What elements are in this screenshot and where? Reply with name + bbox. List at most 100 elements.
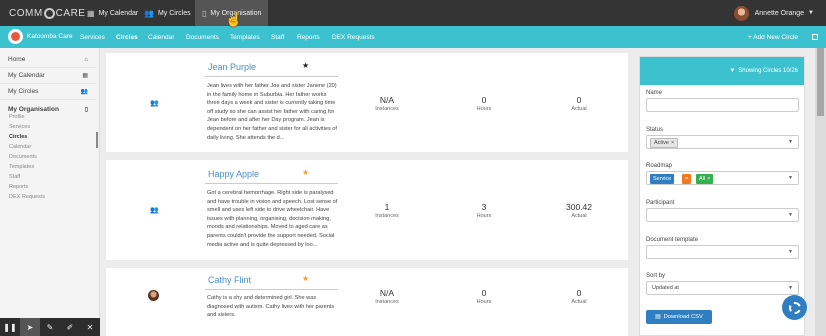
status-chip[interactable]: Active × — [650, 138, 679, 148]
sidebar-sub-templates[interactable]: Templates — [9, 164, 34, 170]
participant-label: Participant — [646, 200, 675, 206]
status-label: Status — [646, 127, 664, 133]
close-icon[interactable]: ✕ — [80, 318, 100, 336]
page-scrollbar[interactable] — [815, 48, 826, 336]
circle-card[interactable]: 👥 Jean Purple ★ Jean lives with her fath… — [106, 53, 628, 152]
org-logo-icon — [8, 29, 23, 44]
top-navbar: COMMCARE ▦ My Calendar 👥 My Circles ▼ ▯ … — [0, 0, 826, 26]
sidebar: Home ⌂ My Calendar ▦ My Circles 👥 My Org… — [0, 48, 100, 318]
sidebar-scrollbar[interactable] — [96, 132, 98, 148]
divider — [205, 183, 338, 184]
name-field[interactable] — [646, 98, 799, 112]
circle-name-link[interactable]: Happy Apple — [208, 169, 259, 179]
building-icon: ▯ — [202, 8, 207, 18]
sidebar-sub-staff[interactable]: Staff — [9, 174, 20, 180]
calendar-icon: ▦ — [82, 73, 88, 79]
caret-down-icon: ▼ — [808, 10, 814, 16]
chevron-down-icon: ▼ — [788, 175, 793, 181]
circle-card[interactable]: Cathy Flint ★ Cathy is a shy and determi… — [106, 268, 628, 336]
sidebar-sub-calendar[interactable]: Calendar — [9, 144, 31, 150]
circle-description: Cathy is a shy and determined girl. She … — [207, 295, 335, 319]
name-label: Name — [646, 90, 663, 96]
star-icon[interactable]: ★ — [302, 274, 309, 283]
tab-staff[interactable]: Staff — [271, 26, 284, 48]
scrollbar-thumb[interactable] — [817, 48, 824, 116]
tab-templates[interactable]: Templates — [230, 26, 260, 48]
help-button[interactable] — [782, 295, 807, 320]
star-icon[interactable]: ★ — [302, 61, 309, 70]
sidebar-sub-profile[interactable]: Profile — [9, 114, 25, 120]
app-logo[interactable]: COMM CARE — [9, 6, 85, 20]
filter-icon: ▼ — [729, 68, 736, 74]
sidebar-sub-reports[interactable]: Reports — [9, 184, 28, 190]
divider — [205, 76, 338, 77]
tab-dex-requests[interactable]: DEX Requests — [332, 26, 375, 48]
calendar-icon: ▦ — [87, 8, 95, 18]
circle-list: 👥 Jean Purple ★ Jean lives with her fath… — [106, 53, 628, 336]
circle-name-link[interactable]: Jean Purple — [208, 62, 256, 72]
chevron-down-icon: ▼ — [788, 212, 793, 218]
actual-metric: 0 Actual — [571, 95, 587, 112]
roadmap-service-chip[interactable]: Service — [650, 174, 675, 184]
sidebar-sub-services[interactable]: Services — [9, 124, 30, 130]
org-navbar: Katoomba Care Services Circles Calendar … — [0, 26, 826, 48]
sort-select[interactable]: Updated at ▼ — [646, 281, 799, 295]
sidebar-item-my-circles[interactable]: My Circles 👥 — [0, 84, 96, 100]
org-switcher[interactable]: Katoomba Care — [8, 29, 73, 44]
tab-services[interactable]: Services — [80, 26, 105, 48]
circle-description: Jean lives with her father Joe and siste… — [207, 83, 337, 141]
sidebar-sub-dex-requests[interactable]: DEX Requests — [9, 194, 45, 200]
roadmap-operator-chip[interactable]: = — [682, 174, 692, 184]
tab-circles[interactable]: Circles — [116, 26, 138, 48]
instances-metric: N/A Instances — [375, 95, 399, 112]
circle-description: Got a cerebral hemorrhage. Right side is… — [207, 190, 338, 248]
sidebar-item-home[interactable]: Home ⌂ — [0, 52, 96, 68]
chevron-down-icon: ▼ — [788, 285, 793, 291]
remove-icon[interactable]: × — [671, 140, 674, 146]
divider — [205, 289, 338, 290]
download-csv-button[interactable]: ▤ Download CSV — [646, 310, 712, 324]
tab-documents[interactable]: Documents — [186, 26, 219, 48]
hours-metric: 0 Hours — [476, 95, 492, 112]
filter-header[interactable]: ▼ Showing Circles 10/26 — [640, 57, 804, 85]
add-new-circle-button[interactable]: + Add New Circle — [748, 26, 798, 48]
chevron-down-icon: ▼ — [788, 249, 793, 255]
tab-reports[interactable]: Reports — [297, 26, 320, 48]
actual-metric: 0 Actual — [571, 288, 587, 305]
instances-metric: 1 Instances — [375, 202, 399, 219]
circle-name-link[interactable]: Cathy Flint — [208, 275, 251, 285]
user-menu[interactable]: Annette Orange ▼ — [733, 0, 814, 26]
pen-icon[interactable]: ✎ — [40, 318, 60, 336]
group-icon: 👥 — [80, 89, 88, 95]
annotation-toolbar: ❚❚ ➤ ✎ ✐ ✕ — [0, 318, 100, 336]
roadmap-value-chip[interactable]: All × — [696, 174, 714, 184]
tab-calendar[interactable]: Calendar — [148, 26, 174, 48]
pointer-icon[interactable]: ➤ — [20, 318, 40, 336]
star-icon[interactable]: ★ — [302, 168, 309, 177]
group-icon: 👥 — [144, 8, 154, 18]
status-select[interactable]: Active × ▼ — [646, 135, 799, 149]
hours-metric: 3 Hours — [476, 202, 492, 219]
hours-metric: 0 Hours — [476, 288, 492, 305]
marker-icon[interactable]: ✐ — [60, 318, 80, 336]
sidebar-sub-documents[interactable]: Documents — [9, 154, 37, 160]
filter-panel: ▼ Showing Circles 10/26 Name Status Acti… — [639, 56, 805, 336]
expand-icon[interactable] — [812, 34, 818, 40]
document-template-label: Document template — [646, 237, 699, 243]
sidebar-item-my-calendar[interactable]: My Calendar ▦ — [0, 68, 96, 84]
document-template-select[interactable]: ▼ — [646, 245, 799, 259]
file-icon: ▤ — [655, 314, 661, 320]
circle-card[interactable]: 👥 Happy Apple ★ Got a cerebral hemorrhag… — [106, 160, 628, 260]
sidebar-sub-circles[interactable]: Circles — [9, 134, 27, 140]
remove-icon[interactable]: × — [707, 176, 710, 182]
pause-icon[interactable]: ❚❚ — [0, 318, 20, 336]
avatar — [733, 5, 749, 21]
hand-cursor-icon: ☝ — [225, 11, 243, 27]
group-icon: 👥 — [150, 100, 159, 107]
roadmap-select[interactable]: Service = All × ▼ — [646, 171, 799, 185]
participant-select[interactable]: ▼ — [646, 208, 799, 222]
topnav-my-calendar[interactable]: ▦ My Calendar — [80, 0, 145, 26]
actual-metric: 300.42 Actual — [566, 202, 592, 219]
building-icon: ▯ — [84, 106, 88, 113]
home-icon: ⌂ — [84, 56, 88, 63]
